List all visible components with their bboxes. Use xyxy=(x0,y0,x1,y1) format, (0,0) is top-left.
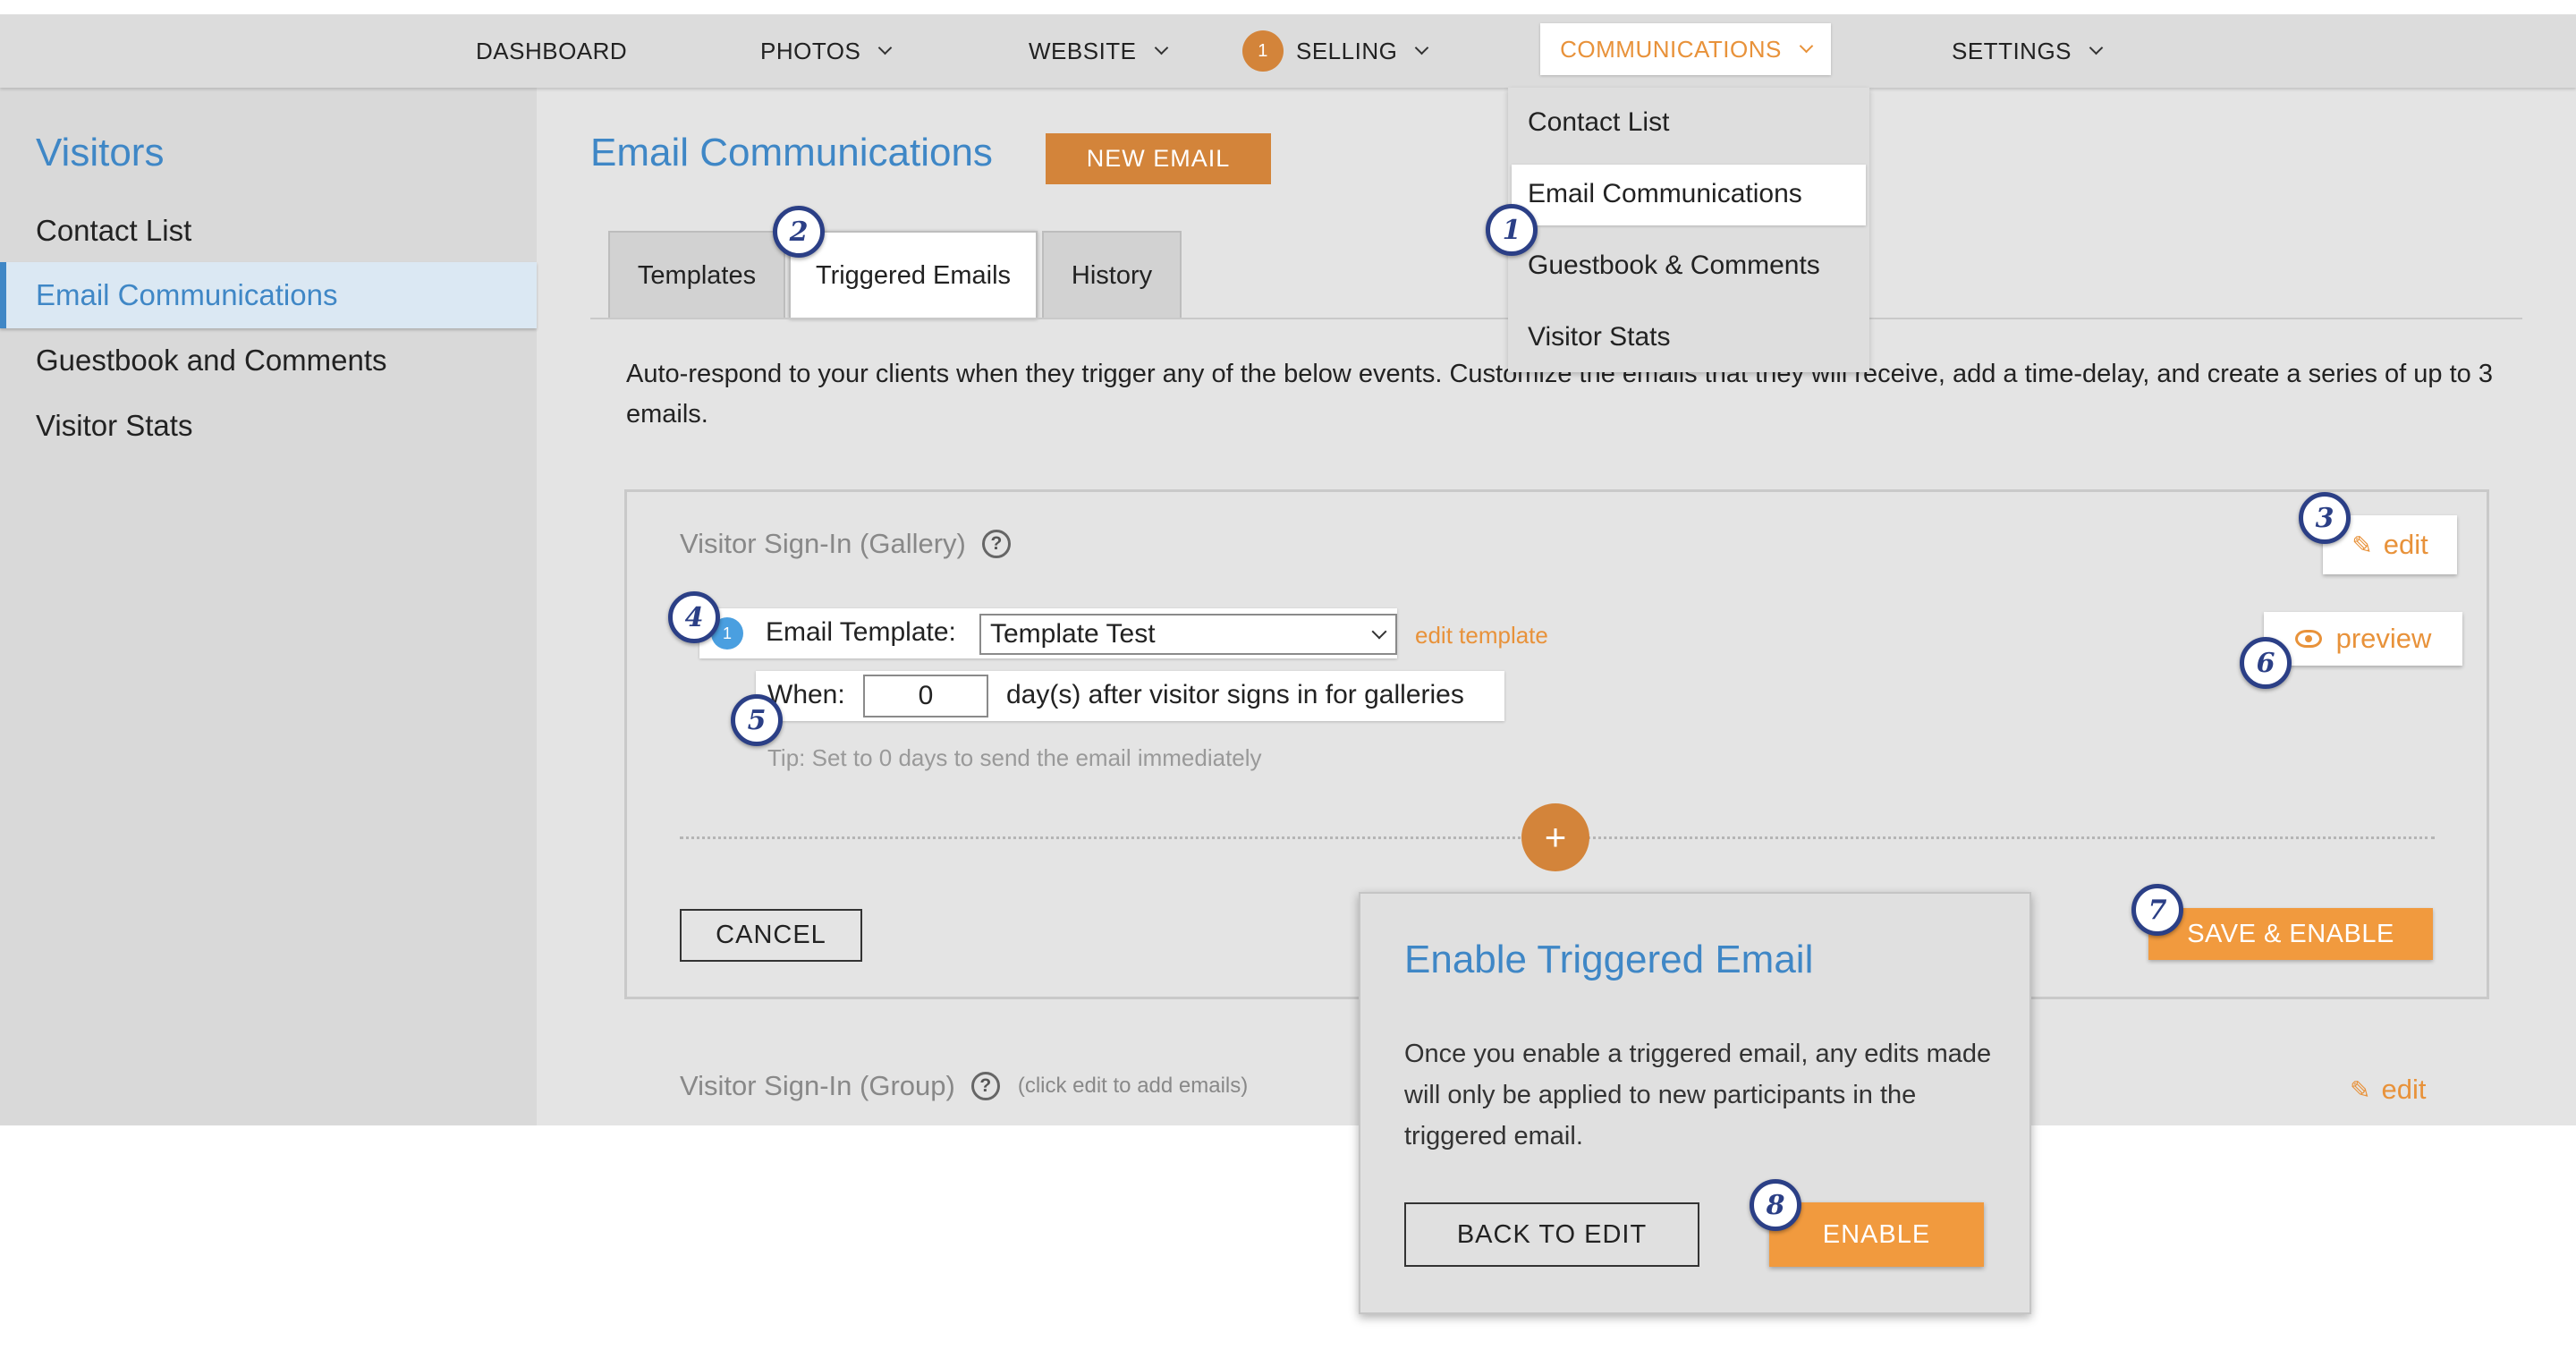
panel2-title-text: Visitor Sign-In (Group) xyxy=(680,1070,955,1101)
pencil-icon: ✎ xyxy=(2350,1075,2371,1104)
sidebar-title: Visitors xyxy=(36,131,165,174)
pencil-icon: ✎ xyxy=(2351,531,2373,559)
chevron-down-icon xyxy=(878,40,893,55)
sidebar: Visitors Contact List Email Communicatio… xyxy=(0,88,537,1125)
callout-1: 1 xyxy=(1486,204,1538,256)
template-label: Email Template: xyxy=(766,617,956,647)
callout-5: 5 xyxy=(731,694,783,746)
help-icon[interactable]: ? xyxy=(981,530,1011,558)
tip-text: Tip: Set to 0 days to send the email imm… xyxy=(767,744,1262,771)
edit-label: edit xyxy=(2381,1074,2427,1105)
nav-dashboard-label: DASHBOARD xyxy=(476,37,628,64)
nav-selling-label: SELLING xyxy=(1296,37,1398,64)
nav-communications-label: COMMUNICATIONS xyxy=(1560,35,1782,63)
nav-communications[interactable]: COMMUNICATIONS xyxy=(1540,23,1831,75)
nav-dashboard[interactable]: DASHBOARD xyxy=(476,14,627,88)
save-enable-button[interactable]: SAVE & ENABLE xyxy=(2148,908,2433,960)
selling-count-badge: 1 xyxy=(1242,30,1284,72)
edit-label: edit xyxy=(2383,529,2428,560)
callout-7: 7 xyxy=(2131,884,2183,936)
new-email-button[interactable]: NEW EMAIL xyxy=(1046,133,1271,184)
sidebar-item-visitor-stats[interactable]: Visitor Stats xyxy=(0,393,537,459)
cancel-button[interactable]: CANCEL xyxy=(680,909,862,962)
edit-button-group[interactable]: ✎ edit xyxy=(2350,1074,2426,1106)
page-title: Email Communications xyxy=(590,131,993,174)
preview-button[interactable]: preview xyxy=(2264,612,2462,666)
nav-photos[interactable]: PHOTOS xyxy=(760,14,893,88)
enable-button[interactable]: ENABLE xyxy=(1769,1202,1984,1267)
nav-selling[interactable]: 1 SELLING xyxy=(1242,14,1429,88)
chevron-down-icon xyxy=(1371,624,1387,640)
nav-website-label: WEBSITE xyxy=(1029,37,1137,64)
panel2-hint: (click edit to add emails) xyxy=(1017,1074,1249,1098)
dropdown-item-contact-list[interactable]: Contact List xyxy=(1528,107,1669,138)
panel-title-text: Visitor Sign-In (Gallery) xyxy=(680,528,966,559)
help-icon[interactable]: ? xyxy=(970,1072,1000,1100)
nav-settings-label: SETTINGS xyxy=(1952,37,2072,64)
dropdown-item-email-communications[interactable]: Email Communications xyxy=(1528,179,1802,209)
callout-8: 8 xyxy=(1750,1179,1801,1231)
tab-templates[interactable]: Templates xyxy=(608,231,785,318)
preview-label: preview xyxy=(2335,623,2432,654)
eye-icon xyxy=(2294,630,2322,648)
modal-body: Once you enable a triggered email, any e… xyxy=(1404,1040,1992,1150)
nav-website[interactable]: WEBSITE xyxy=(1029,14,1168,88)
edit-template-link[interactable]: edit template xyxy=(1415,622,1548,650)
dropdown-item-visitor-stats[interactable]: Visitor Stats xyxy=(1528,322,1671,352)
top-nav: DASHBOARD PHOTOS WEBSITE 1 SELLING SETTI… xyxy=(0,14,2576,88)
callout-3: 3 xyxy=(2299,492,2351,544)
tab-triggered-emails[interactable]: Triggered Emails xyxy=(789,231,1038,318)
tab-history[interactable]: History xyxy=(1042,231,1182,318)
nav-settings[interactable]: SETTINGS xyxy=(1952,14,2104,88)
modal-title: Enable Triggered Email xyxy=(1404,938,1814,981)
when-label: When: xyxy=(767,680,845,709)
chevron-down-icon xyxy=(1799,38,1814,53)
sidebar-item-email-communications[interactable]: Email Communications xyxy=(0,262,537,328)
callout-6: 6 xyxy=(2240,637,2292,689)
panel2-title: Visitor Sign-In (Group) ? (click edit to… xyxy=(680,1070,1248,1102)
chevron-down-icon xyxy=(1415,40,1429,55)
template-select-value: Template Test xyxy=(990,619,1156,649)
chevron-down-icon xyxy=(2089,40,2104,55)
chevron-down-icon xyxy=(1154,40,1168,55)
dropdown-item-guestbook[interactable]: Guestbook & Comments xyxy=(1528,250,1820,281)
callout-4: 4 xyxy=(668,591,720,643)
back-to-edit-button[interactable]: BACK TO EDIT xyxy=(1404,1202,1699,1267)
panel-title: Visitor Sign-In (Gallery) ? xyxy=(680,528,1011,560)
callout-2: 2 xyxy=(773,206,825,258)
template-select[interactable]: Template Test xyxy=(979,614,1397,655)
days-input[interactable]: 0 xyxy=(863,675,988,717)
when-after-text: day(s) after visitor signs in for galler… xyxy=(1006,680,1464,709)
sidebar-item-contact-list[interactable]: Contact List xyxy=(0,198,537,264)
sidebar-item-guestbook[interactable]: Guestbook and Comments xyxy=(0,327,537,394)
nav-photos-label: PHOTOS xyxy=(760,37,861,64)
add-email-button[interactable]: + xyxy=(1521,803,1589,871)
